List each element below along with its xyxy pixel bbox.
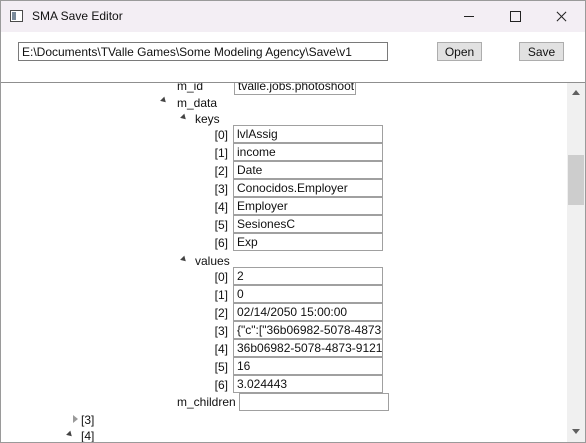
key-index: [5] bbox=[214, 218, 228, 232]
key-value-field[interactable]: income bbox=[233, 143, 383, 161]
tree-node-4[interactable]: [4] bbox=[81, 429, 94, 442]
value-index: [5] bbox=[214, 360, 228, 374]
tree-node-3[interactable]: [3] bbox=[81, 413, 94, 427]
expand-arrow-down-icon[interactable] bbox=[180, 113, 188, 122]
key-value-field[interactable]: Employer bbox=[233, 197, 383, 215]
main-window: SMA Save Editor Open Save m_id tvalle.jo… bbox=[0, 0, 586, 443]
m-id-field[interactable]: tvalle.jobs.photoshoot bbox=[234, 83, 356, 95]
key-value-field[interactable]: lvlAssig bbox=[233, 125, 383, 143]
scroll-up-icon[interactable] bbox=[572, 90, 580, 95]
tree-node-values[interactable]: values bbox=[195, 254, 230, 268]
key-index: [3] bbox=[214, 182, 228, 196]
value-field[interactable]: {"c":["36b06982-5078-4873- bbox=[233, 321, 383, 339]
key-value-field[interactable]: Date bbox=[233, 161, 383, 179]
value-field[interactable]: 02/14/2050 15:00:00 bbox=[233, 303, 383, 321]
save-data-tree: m_id tvalle.jobs.photoshoot m_data keys … bbox=[1, 83, 567, 442]
value-index: [4] bbox=[214, 342, 228, 356]
maximize-icon[interactable] bbox=[492, 1, 538, 32]
key-value-field[interactable]: SesionesC bbox=[233, 215, 383, 233]
value-index: [2] bbox=[214, 306, 228, 320]
title-bar[interactable]: SMA Save Editor bbox=[1, 1, 585, 32]
save-button[interactable]: Save bbox=[519, 42, 564, 61]
save-path-input[interactable] bbox=[18, 42, 388, 61]
key-index: [4] bbox=[214, 200, 228, 214]
minimize-icon[interactable] bbox=[446, 1, 492, 32]
value-field[interactable]: 3.024443 bbox=[233, 375, 383, 393]
close-icon[interactable] bbox=[538, 1, 584, 32]
key-index: [0] bbox=[214, 128, 228, 142]
scroll-down-icon[interactable] bbox=[572, 429, 580, 434]
app-window-icon bbox=[10, 10, 23, 22]
key-value-field[interactable]: Conocidos.Employer bbox=[233, 179, 383, 197]
expand-arrow-down-icon[interactable] bbox=[160, 96, 168, 105]
value-index: [6] bbox=[214, 378, 228, 392]
scrollbar-thumb[interactable] bbox=[568, 155, 584, 205]
value-field[interactable]: 16 bbox=[233, 357, 383, 375]
window-title: SMA Save Editor bbox=[32, 9, 123, 23]
m-children-field[interactable] bbox=[239, 393, 389, 411]
key-index: [6] bbox=[214, 236, 228, 250]
key-value-field[interactable]: Exp bbox=[233, 233, 383, 251]
tree-node-m-data[interactable]: m_data bbox=[177, 96, 217, 110]
toolbar: Open Save bbox=[1, 32, 585, 83]
expand-arrow-down-icon[interactable] bbox=[180, 255, 188, 264]
key-index: [1] bbox=[214, 146, 228, 160]
m-children-label: m_children bbox=[177, 395, 236, 409]
expand-arrow-right-icon[interactable] bbox=[73, 415, 79, 423]
value-index: [3] bbox=[214, 324, 228, 338]
open-button[interactable]: Open bbox=[437, 42, 482, 61]
value-field[interactable]: 0 bbox=[233, 285, 383, 303]
value-index: [0] bbox=[214, 270, 228, 284]
value-index: [1] bbox=[214, 288, 228, 302]
key-index: [2] bbox=[214, 164, 228, 178]
value-field[interactable]: 36b06982-5078-4873-9121- bbox=[233, 339, 383, 357]
vertical-scrollbar[interactable] bbox=[567, 83, 585, 442]
m-id-label: m_id bbox=[177, 83, 204, 93]
tree-node-keys[interactable]: keys bbox=[195, 112, 220, 126]
expand-arrow-down-icon[interactable] bbox=[66, 430, 74, 439]
value-field[interactable]: 2 bbox=[233, 267, 383, 285]
